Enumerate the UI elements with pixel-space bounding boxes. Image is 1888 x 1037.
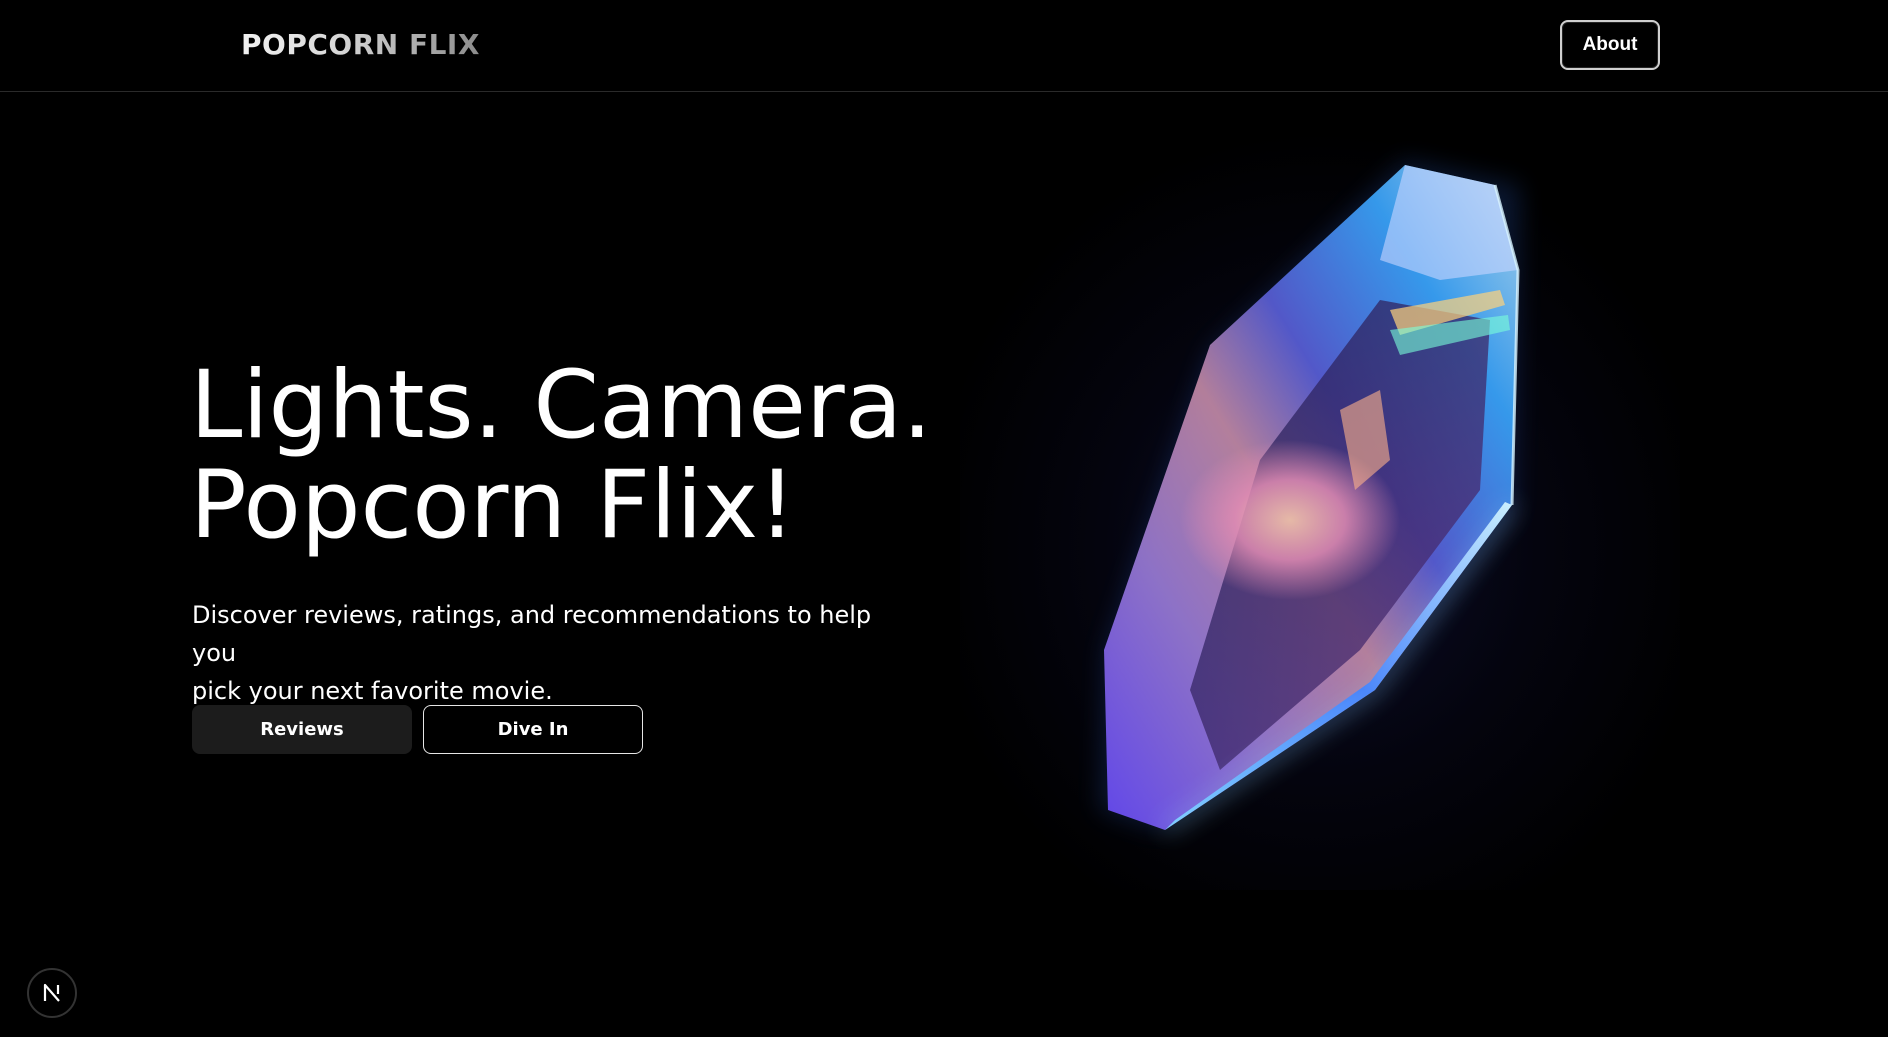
brand-logo-text[interactable]: POPCORN FLIX	[241, 28, 480, 61]
reviews-button[interactable]: Reviews	[192, 705, 412, 754]
hero-title-line-2: Popcorn Flix!	[190, 451, 796, 560]
about-button[interactable]: About	[1560, 20, 1660, 70]
top-navigation-bar: POPCORN FLIX About	[0, 0, 1888, 92]
n-logo-icon	[43, 983, 60, 1002]
crystal-graphic	[960, 130, 1680, 890]
hero-title: Lights. Camera. Popcorn Flix!	[190, 356, 990, 556]
hero-subtitle-line-1: Discover reviews, ratings, and recommend…	[192, 601, 872, 667]
dive-in-button[interactable]: Dive In	[423, 705, 643, 754]
hero-subtitle: Discover reviews, ratings, and recommend…	[192, 596, 892, 710]
hero-subtitle-line-2: pick your next favorite movie.	[192, 677, 553, 705]
iridescent-crystal-icon	[960, 130, 1680, 890]
nextjs-logo-icon[interactable]	[27, 968, 77, 1018]
hero-title-line-1: Lights. Camera.	[190, 351, 933, 460]
